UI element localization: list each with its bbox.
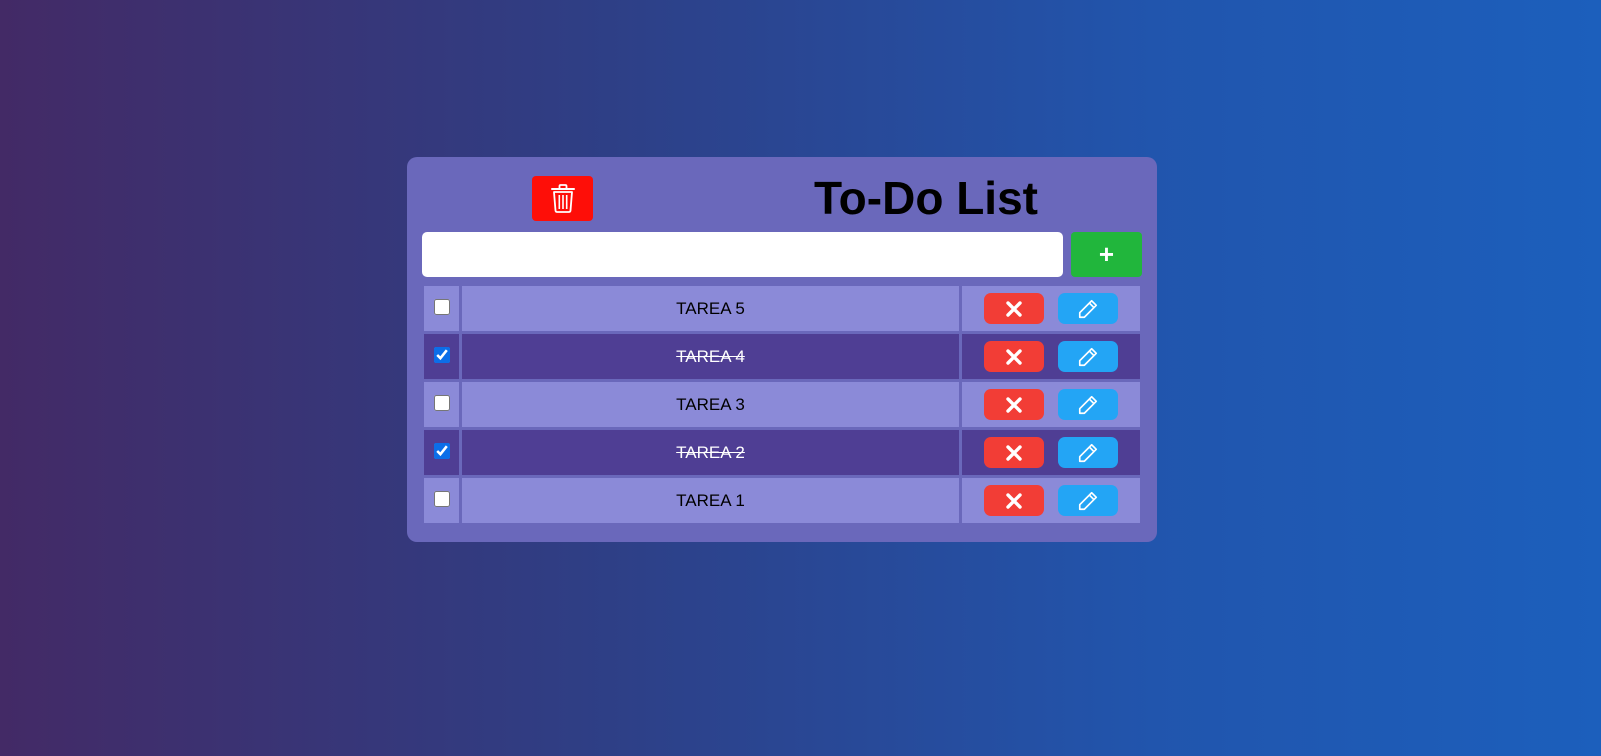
close-x-icon bbox=[1006, 396, 1022, 413]
task-label: TAREA 3 bbox=[462, 382, 959, 427]
close-x-icon bbox=[1006, 444, 1022, 461]
trash-icon bbox=[550, 184, 575, 213]
pencil-icon bbox=[1078, 347, 1098, 366]
task-row: TAREA 5 bbox=[424, 286, 1140, 331]
edit-task-button[interactable] bbox=[1058, 437, 1118, 468]
todo-panel: To-Do List + TAREA 5 TAREA 4 TAREA 3 TAR… bbox=[407, 157, 1157, 542]
edit-task-button[interactable] bbox=[1058, 485, 1118, 516]
task-actions bbox=[962, 430, 1140, 475]
pencil-icon bbox=[1078, 443, 1098, 462]
clear-all-button[interactable] bbox=[532, 176, 593, 221]
task-done-checkbox[interactable] bbox=[433, 442, 450, 459]
task-done-checkbox[interactable] bbox=[433, 298, 450, 315]
page-title: To-Do List bbox=[814, 172, 1038, 224]
add-task-button[interactable]: + bbox=[1071, 232, 1142, 277]
task-label: TAREA 4 bbox=[462, 334, 959, 379]
pencil-icon bbox=[1078, 491, 1098, 510]
task-done-checkbox[interactable] bbox=[433, 490, 450, 507]
edit-task-button[interactable] bbox=[1058, 293, 1118, 324]
pencil-icon bbox=[1078, 395, 1098, 414]
task-row: TAREA 4 bbox=[424, 334, 1140, 379]
task-checkbox-cell bbox=[424, 286, 459, 331]
task-checkbox-cell bbox=[424, 334, 459, 379]
task-checkbox-cell bbox=[424, 478, 459, 523]
task-done-checkbox[interactable] bbox=[433, 394, 450, 411]
task-row: TAREA 2 bbox=[424, 430, 1140, 475]
task-checkbox-cell bbox=[424, 382, 459, 427]
pencil-icon bbox=[1078, 299, 1098, 318]
new-task-input[interactable] bbox=[422, 232, 1063, 277]
close-x-icon bbox=[1006, 300, 1022, 317]
edit-task-button[interactable] bbox=[1058, 341, 1118, 372]
edit-task-button[interactable] bbox=[1058, 389, 1118, 420]
task-actions bbox=[962, 478, 1140, 523]
task-actions bbox=[962, 382, 1140, 427]
task-list: TAREA 5 TAREA 4 TAREA 3 TAREA 2 TAREA 1 bbox=[424, 286, 1140, 526]
task-actions bbox=[962, 334, 1140, 379]
task-label: TAREA 5 bbox=[462, 286, 959, 331]
task-row: TAREA 1 bbox=[424, 478, 1140, 523]
task-done-checkbox[interactable] bbox=[433, 346, 450, 363]
task-actions bbox=[962, 286, 1140, 331]
close-x-icon bbox=[1006, 348, 1022, 365]
close-x-icon bbox=[1006, 492, 1022, 509]
delete-task-button[interactable] bbox=[984, 293, 1044, 324]
task-checkbox-cell bbox=[424, 430, 459, 475]
delete-task-button[interactable] bbox=[984, 341, 1044, 372]
task-row: TAREA 3 bbox=[424, 382, 1140, 427]
delete-task-button[interactable] bbox=[984, 389, 1044, 420]
task-label: TAREA 2 bbox=[462, 430, 959, 475]
task-label: TAREA 1 bbox=[462, 478, 959, 523]
delete-task-button[interactable] bbox=[984, 437, 1044, 468]
delete-task-button[interactable] bbox=[984, 485, 1044, 516]
